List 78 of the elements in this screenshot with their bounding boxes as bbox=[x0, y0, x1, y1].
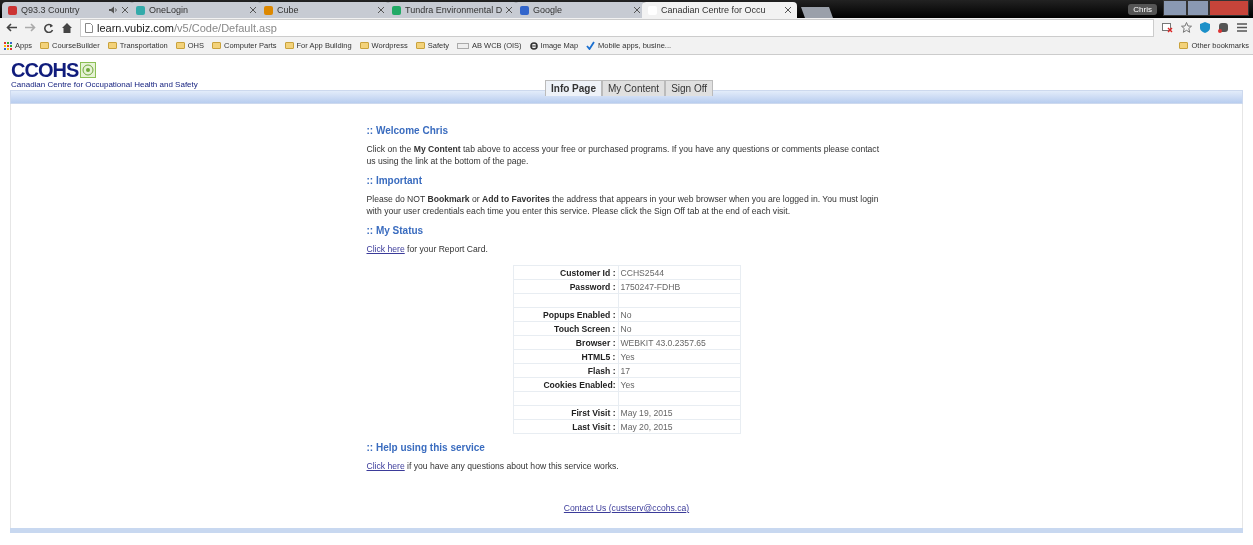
signal-logo-icon bbox=[80, 62, 97, 78]
folder-icon bbox=[359, 42, 369, 49]
section-heading: :: Help using this service bbox=[366, 442, 486, 454]
folder-icon bbox=[40, 42, 50, 49]
sentence: Click here if you have any questions about how this service works. bbox=[366, 460, 620, 472]
section-heading: :: My Status bbox=[366, 225, 425, 237]
favicon-icon bbox=[136, 5, 145, 15]
window-close-button[interactable] bbox=[1209, 0, 1249, 16]
field-label: Touch Screen : bbox=[513, 321, 618, 336]
profile-button[interactable]: Chris bbox=[1128, 3, 1157, 15]
field-value: CCHS2544 bbox=[618, 265, 740, 280]
home-icon[interactable] bbox=[62, 22, 72, 33]
favicon-icon bbox=[264, 5, 273, 15]
site-tab[interactable]: Info Page bbox=[545, 80, 602, 96]
folder-icon bbox=[212, 42, 221, 49]
e-logo-icon bbox=[529, 41, 538, 50]
close-icon[interactable] bbox=[122, 7, 128, 13]
section-heading: :: Welcome Chris bbox=[366, 125, 449, 137]
field-label: Last Visit : bbox=[513, 419, 618, 434]
shield-icon[interactable] bbox=[1200, 22, 1210, 33]
extension-icon[interactable] bbox=[1218, 22, 1229, 33]
close-icon[interactable] bbox=[634, 7, 640, 13]
browser-tab[interactable]: Canadian Centre for Occu bbox=[642, 2, 797, 18]
menu-icon[interactable] bbox=[1237, 23, 1247, 32]
field-label: Popups Enabled : bbox=[513, 307, 618, 322]
folder-icon bbox=[284, 42, 294, 49]
blocked-popup-icon[interactable] bbox=[1162, 22, 1173, 33]
close-icon[interactable] bbox=[785, 7, 791, 13]
favicon-icon bbox=[8, 5, 17, 15]
folder-icon bbox=[1179, 42, 1189, 49]
field-value: WEBKIT 43.0.2357.65 bbox=[618, 335, 740, 350]
field-label: Cookies Enabled: bbox=[513, 377, 618, 392]
click-here-link[interactable]: Click here bbox=[366, 244, 405, 254]
field-label: First Visit : bbox=[513, 405, 618, 420]
click-here-link[interactable]: Click here bbox=[366, 461, 405, 471]
star-icon[interactable] bbox=[1181, 22, 1192, 33]
speaker-icon[interactable] bbox=[109, 6, 118, 14]
site-tab[interactable]: My Content bbox=[602, 80, 666, 96]
close-icon[interactable] bbox=[378, 7, 384, 13]
field-value: 17 bbox=[618, 363, 740, 378]
page-icon bbox=[85, 22, 93, 33]
sentence: Click here for your Report Card. bbox=[366, 243, 489, 255]
field-value: No bbox=[618, 321, 740, 336]
url-text: learn.vubiz.com/v5/Code/Default.asp bbox=[97, 21, 277, 34]
field-value: Yes bbox=[618, 349, 740, 364]
field-value: No bbox=[618, 307, 740, 322]
contact-link[interactable]: Contact Us (custserv@ccohs.ca) bbox=[563, 503, 690, 513]
field-label: HTML5 : bbox=[513, 349, 618, 364]
back-icon[interactable] bbox=[6, 23, 17, 32]
field-label: Flash : bbox=[513, 363, 618, 378]
page-icon bbox=[456, 42, 469, 49]
logo-text: CCOHS bbox=[11, 60, 79, 80]
minimize-button[interactable] bbox=[1163, 0, 1187, 16]
field-label: Customer Id : bbox=[513, 265, 618, 280]
close-icon[interactable] bbox=[250, 7, 256, 13]
field-value: May 19, 2015 bbox=[618, 405, 740, 420]
folder-icon bbox=[175, 42, 185, 49]
reload-icon[interactable] bbox=[44, 22, 54, 33]
paragraph: Please do NOT Bookmark or Add to Favorites the address that appears in your web browser when you are logged in. You must login with your user credentials each time you enter this service. Please click the Sign Off tab at the end of each visit. bbox=[366, 193, 880, 217]
folder-icon bbox=[107, 42, 117, 49]
folder-icon bbox=[415, 42, 425, 49]
apps-grid-icon bbox=[4, 41, 12, 50]
address-field[interactable]: learn.vubiz.com/v5/Code/Default.asp bbox=[80, 18, 1154, 37]
field-label: Browser : bbox=[513, 335, 618, 350]
favicon-icon bbox=[520, 5, 529, 15]
section-heading: :: Important bbox=[366, 175, 424, 187]
field-value: May 20, 2015 bbox=[618, 419, 740, 434]
close-icon[interactable] bbox=[506, 7, 512, 13]
new-tab-button[interactable] bbox=[801, 7, 833, 18]
site-tab[interactable]: Sign Off bbox=[665, 80, 714, 96]
field-value: Yes bbox=[618, 377, 740, 392]
paragraph: Click on the My Content tab above to access your free or purchased programs. If you have any questions or comments please contact us using the link at the bottom of the page. bbox=[366, 143, 881, 167]
field-value: 1750247-FDHB bbox=[618, 279, 740, 294]
checkmark-icon bbox=[586, 41, 596, 50]
favicon-icon bbox=[392, 5, 401, 15]
logo-subtitle: Canadian Centre for Occupational Health and Safety bbox=[11, 80, 199, 89]
field-label: Password : bbox=[513, 279, 618, 294]
maximize-button[interactable] bbox=[1187, 0, 1209, 16]
